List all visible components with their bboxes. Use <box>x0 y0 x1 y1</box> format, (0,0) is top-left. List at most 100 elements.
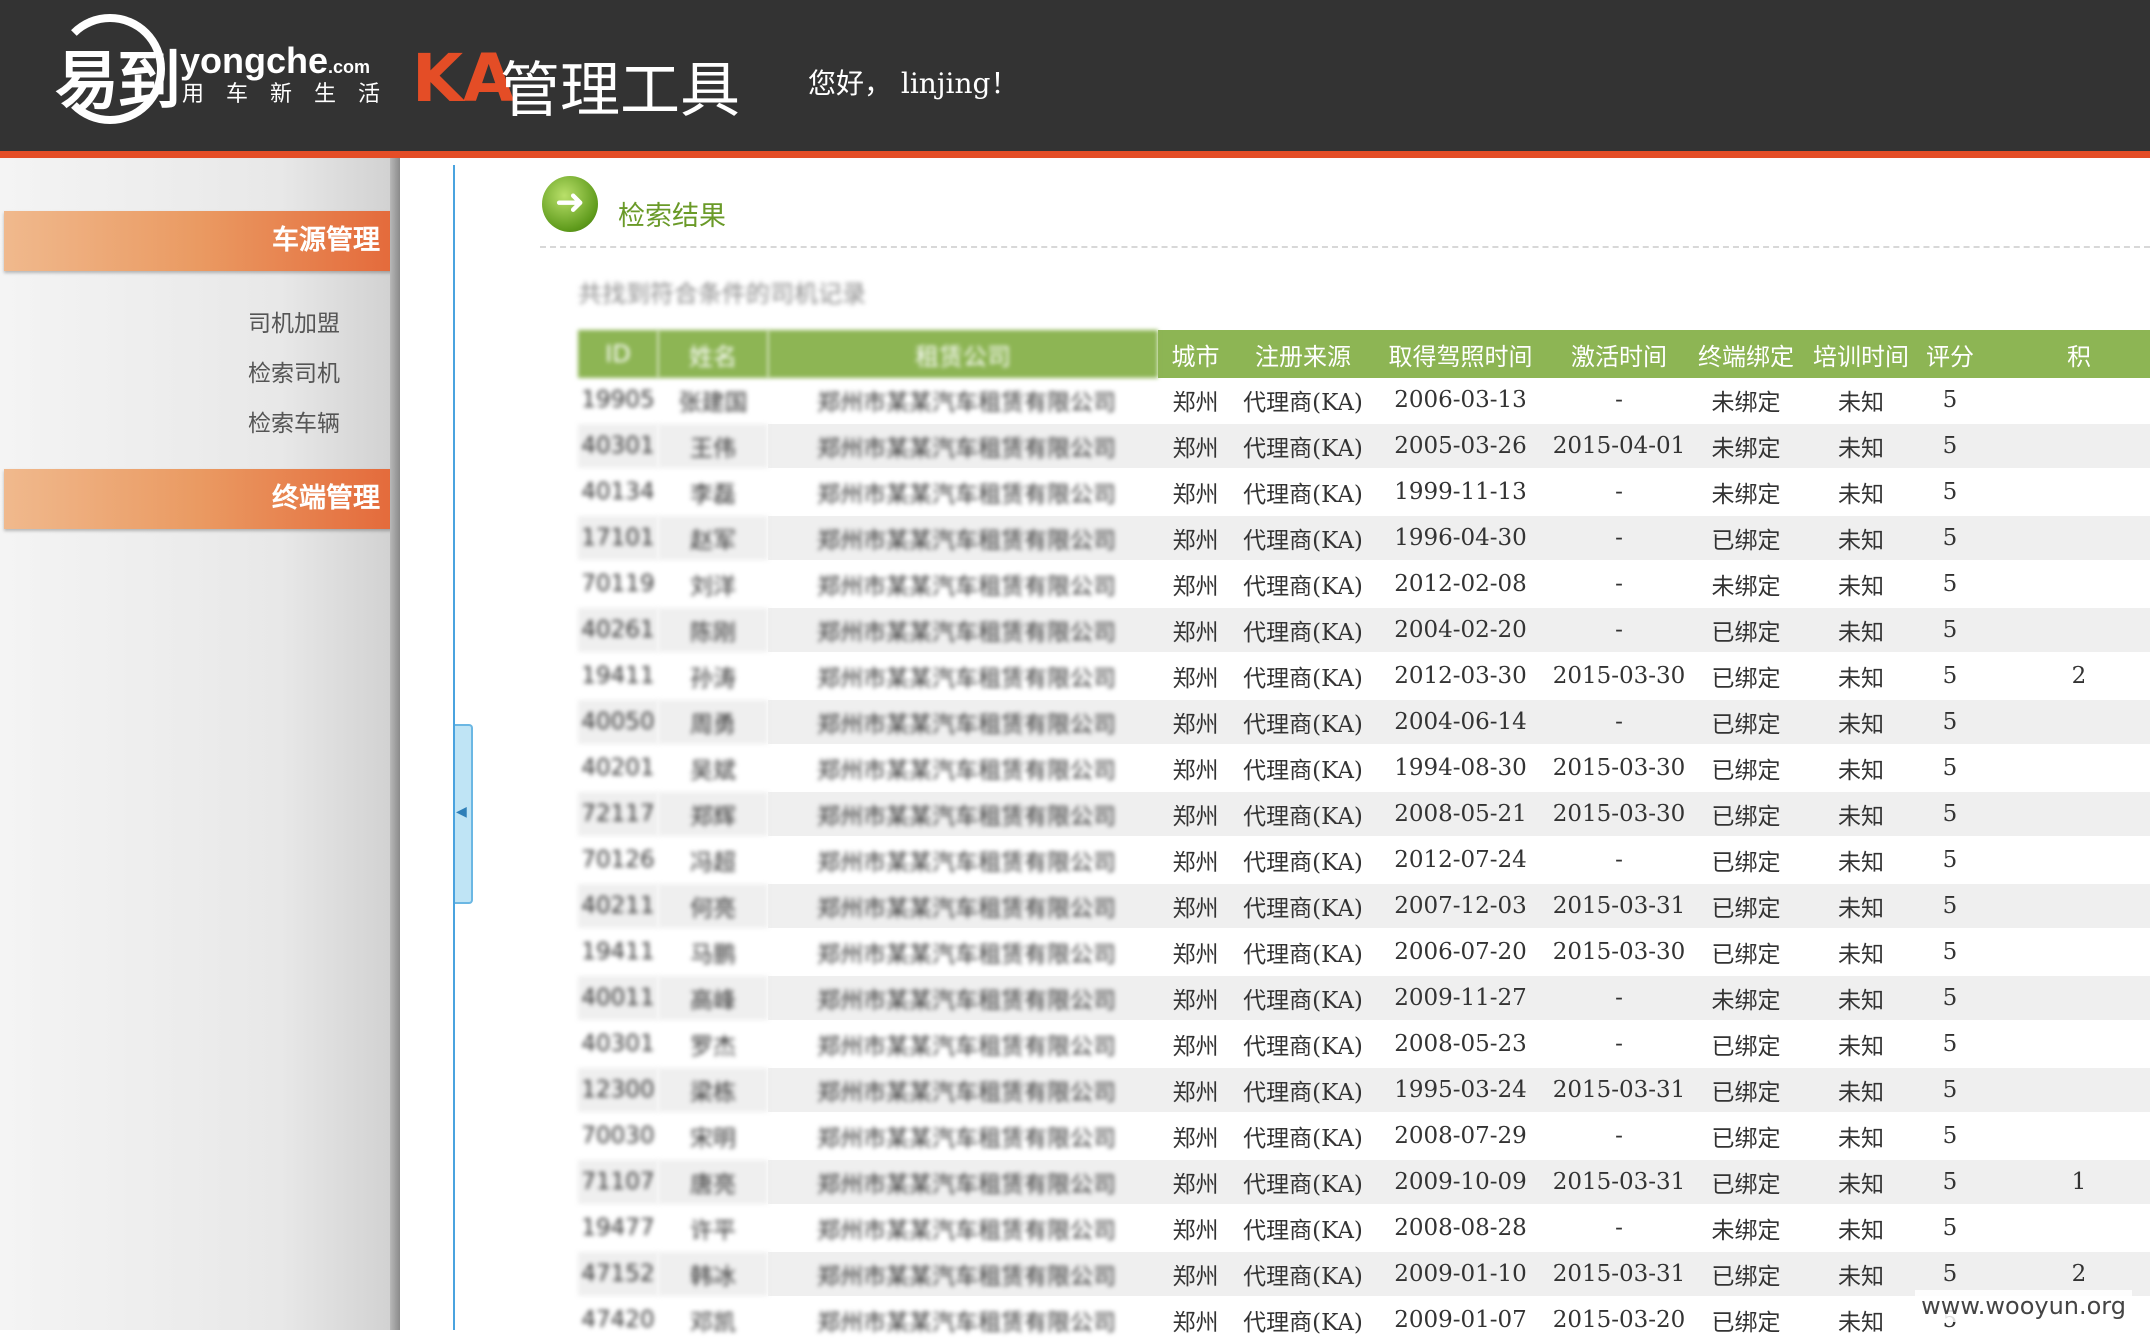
cell-license-date: 1994-08-30 <box>1373 745 1548 792</box>
cell-driver-name[interactable]: 孙涛 <box>658 653 768 700</box>
cell-training-time: 未知 <box>1802 1113 1920 1160</box>
cell-driver-name[interactable]: 王伟 <box>658 423 768 470</box>
table-row[interactable]: 40201 吴斌 郑州市某某汽车租赁有限公司 郑州 代理商(KA) 1994-08-30 2… <box>578 745 2150 792</box>
cell-company: 郑州市某某汽车租赁有限公司 <box>768 791 1158 838</box>
cell-company: 郑州市某某汽车租赁有限公司 <box>768 469 1158 516</box>
cell-rating: 5 <box>1920 1205 1980 1252</box>
cell-driver-name[interactable]: 郑辉 <box>658 791 768 838</box>
cell-id: 40211 <box>578 883 658 930</box>
cell-city: 郑州 <box>1158 561 1233 608</box>
cell-id: 19477 <box>578 1205 658 1252</box>
table-row[interactable]: 12300 梁栋 郑州市某某汽车租赁有限公司 郑州 代理商(KA) 1995-03-24 2… <box>578 1067 2150 1114</box>
cell-license-date: 2012-02-08 <box>1373 561 1548 608</box>
cell-company: 郑州市某某汽车租赁有限公司 <box>768 1297 1158 1344</box>
cell-driver-name[interactable]: 宋明 <box>658 1113 768 1160</box>
cell-driver-name[interactable]: 唐亮 <box>658 1159 768 1206</box>
table-row[interactable]: 70030 宋明 郑州市某某汽车租赁有限公司 郑州 代理商(KA) 2008-07-29-… <box>578 1113 2150 1160</box>
cell-company: 郑州市某某汽车租赁有限公司 <box>768 423 1158 470</box>
cell-driver-name[interactable]: 冯超 <box>658 837 768 884</box>
table-row[interactable]: 19905 张建国 郑州市某某汽车租赁有限公司 郑州 代理商(KA) 2006-03-13… <box>578 378 2150 424</box>
cell-driver-name[interactable]: 邓凯 <box>658 1297 768 1344</box>
cell-driver-name[interactable]: 罗杰 <box>658 1021 768 1068</box>
cell-rating: 5 <box>1920 423 1980 470</box>
table-row[interactable]: 70126 冯超 郑州市某某汽车租赁有限公司 郑州 代理商(KA) 2012-07-24-… <box>578 837 2150 884</box>
cell-points <box>1980 1021 2150 1068</box>
cell-driver-name[interactable]: 韩冰 <box>658 1251 768 1298</box>
cell-points <box>1980 883 2150 930</box>
cell-source: 代理商(KA) <box>1233 1021 1373 1068</box>
cell-driver-name[interactable]: 高峰 <box>658 975 768 1022</box>
table-row[interactable]: 40050 周勇 郑州市某某汽车租赁有限公司 郑州 代理商(KA) 2004-06-14-… <box>578 699 2150 746</box>
table-row[interactable]: 17101 赵军 郑州市某某汽车租赁有限公司 郑州 代理商(KA) 1996-04-30-… <box>578 515 2150 562</box>
cell-training-time: 未知 <box>1802 791 1920 838</box>
table-row[interactable]: 40261 陈刚 郑州市某某汽车租赁有限公司 郑州 代理商(KA) 2004-02-20-… <box>578 607 2150 654</box>
company-name: 郑州市某某汽车租赁有限公司 <box>817 1218 1116 1244</box>
cell-id: 70126 <box>578 837 658 884</box>
cell-driver-name[interactable]: 马鹏 <box>658 929 768 976</box>
table-row[interactable]: 40134 李磊 郑州市某某汽车租赁有限公司 郑州 代理商(KA) 1999-11-13-… <box>578 469 2150 516</box>
cell-driver-name[interactable]: 周勇 <box>658 699 768 746</box>
cell-driver-name[interactable]: 吴斌 <box>658 745 768 792</box>
cell-points <box>1980 469 2150 516</box>
cell-driver-name[interactable]: 刘洋 <box>658 561 768 608</box>
cell-driver-name[interactable]: 陈刚 <box>658 607 768 654</box>
table-row[interactable]: 70119 刘洋 郑州市某某汽车租赁有限公司 郑州 代理商(KA) 2012-02-08-… <box>578 561 2150 608</box>
cell-driver-name[interactable]: 许平 <box>658 1205 768 1252</box>
cell-city: 郑州 <box>1158 469 1233 516</box>
table-row[interactable]: 19411 马鹏 郑州市某某汽车租赁有限公司 郑州 代理商(KA) 2006-07-20 2… <box>578 929 2150 976</box>
cell-terminal-binding: 已绑定 <box>1690 607 1802 654</box>
table-row[interactable]: 71107 唐亮 郑州市某某汽车租赁有限公司 郑州 代理商(KA) 2009-10-09 2… <box>578 1159 2150 1206</box>
cell-id: 40050 <box>578 699 658 746</box>
cell-license-date: 2006-07-20 <box>1373 929 1548 976</box>
cell-id: 40134 <box>578 469 658 516</box>
logo-domain-name: yongche <box>180 40 329 81</box>
cell-source: 代理商(KA) <box>1233 423 1373 470</box>
top-header: 易到 yongche.com 用车新生活 KA 管理工具 您好， linjing… <box>0 0 2150 158</box>
sidebar-collapse-toggle[interactable]: ◀ <box>455 724 473 904</box>
cell-training-time: 未知 <box>1802 745 1920 792</box>
cell-driver-name[interactable]: 何亮 <box>658 883 768 930</box>
cell-source: 代理商(KA) <box>1233 469 1373 516</box>
cell-rating: 5 <box>1920 469 1980 516</box>
table-row[interactable]: 40301 王伟 郑州市某某汽车租赁有限公司 郑州 代理商(KA) 2005-03-26 2… <box>578 423 2150 470</box>
cell-source: 代理商(KA) <box>1233 607 1373 654</box>
cell-driver-name[interactable]: 张建国 <box>658 378 768 424</box>
table-row[interactable]: 40211 何亮 郑州市某某汽车租赁有限公司 郑州 代理商(KA) 2007-12-03 2… <box>578 883 2150 930</box>
company-name: 郑州市某某汽车租赁有限公司 <box>817 482 1116 508</box>
sidebar-item-search-vehicle[interactable]: 检索车辆 <box>0 404 340 438</box>
table-row[interactable]: 19411 孙涛 郑州市某某汽车租赁有限公司 郑州 代理商(KA) 2012-03-30 2… <box>578 653 2150 700</box>
cell-driver-name[interactable]: 李磊 <box>658 469 768 516</box>
sidebar-item-search-driver[interactable]: 检索司机 <box>0 354 340 388</box>
cell-company: 郑州市某某汽车租赁有限公司 <box>768 515 1158 562</box>
table-row[interactable]: 40011 高峰 郑州市某某汽车租赁有限公司 郑州 代理商(KA) 2009-11-27-… <box>578 975 2150 1022</box>
cell-id: 47152 <box>578 1251 658 1298</box>
cell-id: 40261 <box>578 607 658 654</box>
cell-license-date: 2004-02-20 <box>1373 607 1548 654</box>
table-row[interactable]: 40301 罗杰 郑州市某某汽车租赁有限公司 郑州 代理商(KA) 2008-05-23-… <box>578 1021 2150 1068</box>
cell-driver-name[interactable]: 赵军 <box>658 515 768 562</box>
cell-id: 19905 <box>578 378 658 424</box>
cell-source: 代理商(KA) <box>1233 929 1373 976</box>
cell-training-time: 未知 <box>1802 1297 1920 1344</box>
cell-activation-date: - <box>1548 561 1690 608</box>
cell-points <box>1980 929 2150 976</box>
sidebar-section-terminal[interactable]: 终端管理 <box>4 469 394 529</box>
cell-rating: 5 <box>1920 1067 1980 1114</box>
sidebar-section-vehicle-source[interactable]: 车源管理 <box>4 211 394 271</box>
cell-city: 郑州 <box>1158 378 1233 424</box>
cell-terminal-binding: 已绑定 <box>1690 653 1802 700</box>
cell-activation-date: 2015-03-30 <box>1548 791 1690 838</box>
cell-driver-name[interactable]: 梁栋 <box>658 1067 768 1114</box>
cell-training-time: 未知 <box>1802 1205 1920 1252</box>
cell-city: 郑州 <box>1158 791 1233 838</box>
company-name: 郑州市某某汽车租赁有限公司 <box>817 1080 1116 1106</box>
cell-points <box>1980 378 2150 424</box>
table-row[interactable]: 72117 郑辉 郑州市某某汽车租赁有限公司 郑州 代理商(KA) 2008-05-21 2… <box>578 791 2150 838</box>
cell-training-time: 未知 <box>1802 1021 1920 1068</box>
sidebar-item-driver-join[interactable]: 司机加盟 <box>0 304 340 338</box>
cell-training-time: 未知 <box>1802 469 1920 516</box>
cell-rating: 5 <box>1920 515 1980 562</box>
table-row[interactable]: 19477 许平 郑州市某某汽车租赁有限公司 郑州 代理商(KA) 2008-08-28-… <box>578 1205 2150 1252</box>
cell-training-time: 未知 <box>1802 653 1920 700</box>
cell-terminal-binding: 已绑定 <box>1690 883 1802 930</box>
